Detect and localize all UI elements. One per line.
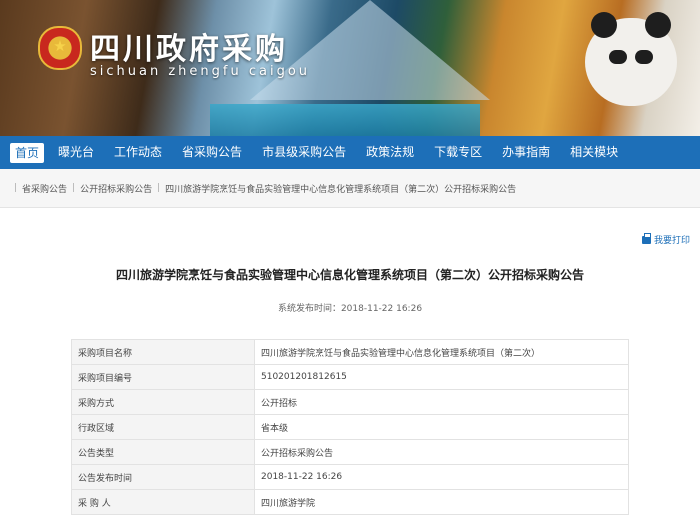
breadcrumb-item[interactable]: 公开招标采购公告 [80,182,152,195]
site-title[interactable]: 四川政府采购 [90,24,288,68]
table-row: 公告发布时间 2018-11-22 16:26 [71,464,629,490]
table-row: 采购项目编号 510201201812615 [71,364,629,390]
table-row: 公告类型 公开招标采购公告 [71,439,629,465]
table-row: 行政区域 省本级 [71,414,629,440]
nav-item-city-county-notices[interactable]: 市县级采购公告 [252,136,356,169]
nav-item-guide[interactable]: 办事指南 [492,136,560,169]
nav-item-related-modules[interactable]: 相关模块 [560,136,628,169]
article-title: 四川旅游学院烹饪与食品实验管理中心信息化管理系统项目（第二次）公开招标采购公告 [115,268,584,282]
publish-time: 系统发布时间：2018-11-22 16:26 [277,304,423,314]
breadcrumb-current: 四川旅游学院烹饪与食品实验管理中心信息化管理系统项目（第二次）公开招标采购公告 [165,184,517,195]
breadcrumb-separator: | [14,183,18,193]
nav-item-work-news[interactable]: 工作动态 [104,136,172,169]
printer-icon [641,232,651,244]
site-subtitle: sichuan zhengfu caigou [90,64,311,79]
table-value: 公开招标 [254,389,629,415]
table-key: 公告发布时间 [71,464,255,490]
nav-item-downloads[interactable]: 下载专区 [424,136,492,169]
table-key: 行政区域 [71,414,255,440]
panda-eye-right [635,50,653,64]
national-emblem-icon: ★ [38,26,82,70]
project-info-table: 采购项目名称 四川旅游学院烹饪与食品实验管理中心信息化管理系统项目（第二次） 采… [71,339,629,515]
table-key: 采购项目编号 [71,364,255,390]
article-content: 我要打印 四川旅游学院烹饪与食品实验管理中心信息化管理系统项目（第二次）公开招标… [0,208,700,515]
breadcrumb: | 省采购公告 | 公开招标采购公告 | 四川旅游学院烹饪与食品实验管理中心信息… [0,169,700,208]
site-banner: ★ 四川政府采购 sichuan zhengfu caigou [0,0,700,136]
table-value: 四川旅游学院烹饪与食品实验管理中心信息化管理系统项目（第二次） [254,339,629,365]
breadcrumb-separator: | [157,183,161,193]
print-label: 我要打印 [653,236,690,246]
breadcrumb-item[interactable]: 省采购公告 [22,182,67,195]
table-value: 510201201812615 [254,364,629,390]
table-row: 采购方式 公开招标 [71,389,629,415]
main-nav: 首页 曝光台 工作动态 省采购公告 市县级采购公告 政策法规 下载专区 办事指南… [0,136,700,169]
table-value: 省本级 [254,414,629,440]
nav-item-policies[interactable]: 政策法规 [356,136,424,169]
table-row: 采购项目名称 四川旅游学院烹饪与食品实验管理中心信息化管理系统项目（第二次） [71,339,629,365]
panda-ear-left [591,12,617,38]
nav-item-exposure[interactable]: 曝光台 [48,136,104,169]
table-value: 2018-11-22 16:26 [254,464,629,490]
panda-eye-left [609,50,627,64]
print-button[interactable]: 我要打印 [641,232,690,246]
banner-lake [210,104,480,136]
panda-image [585,12,677,106]
table-key: 公告类型 [71,439,255,465]
table-value: 公开招标采购公告 [254,439,629,465]
nav-item-home[interactable]: 首页 [10,142,45,163]
table-key: 采购方式 [71,389,255,415]
nav-item-provincial-notices[interactable]: 省采购公告 [172,136,252,169]
table-key: 采购项目名称 [71,339,255,365]
panda-ear-right [645,12,671,38]
breadcrumb-separator: | [72,183,76,193]
